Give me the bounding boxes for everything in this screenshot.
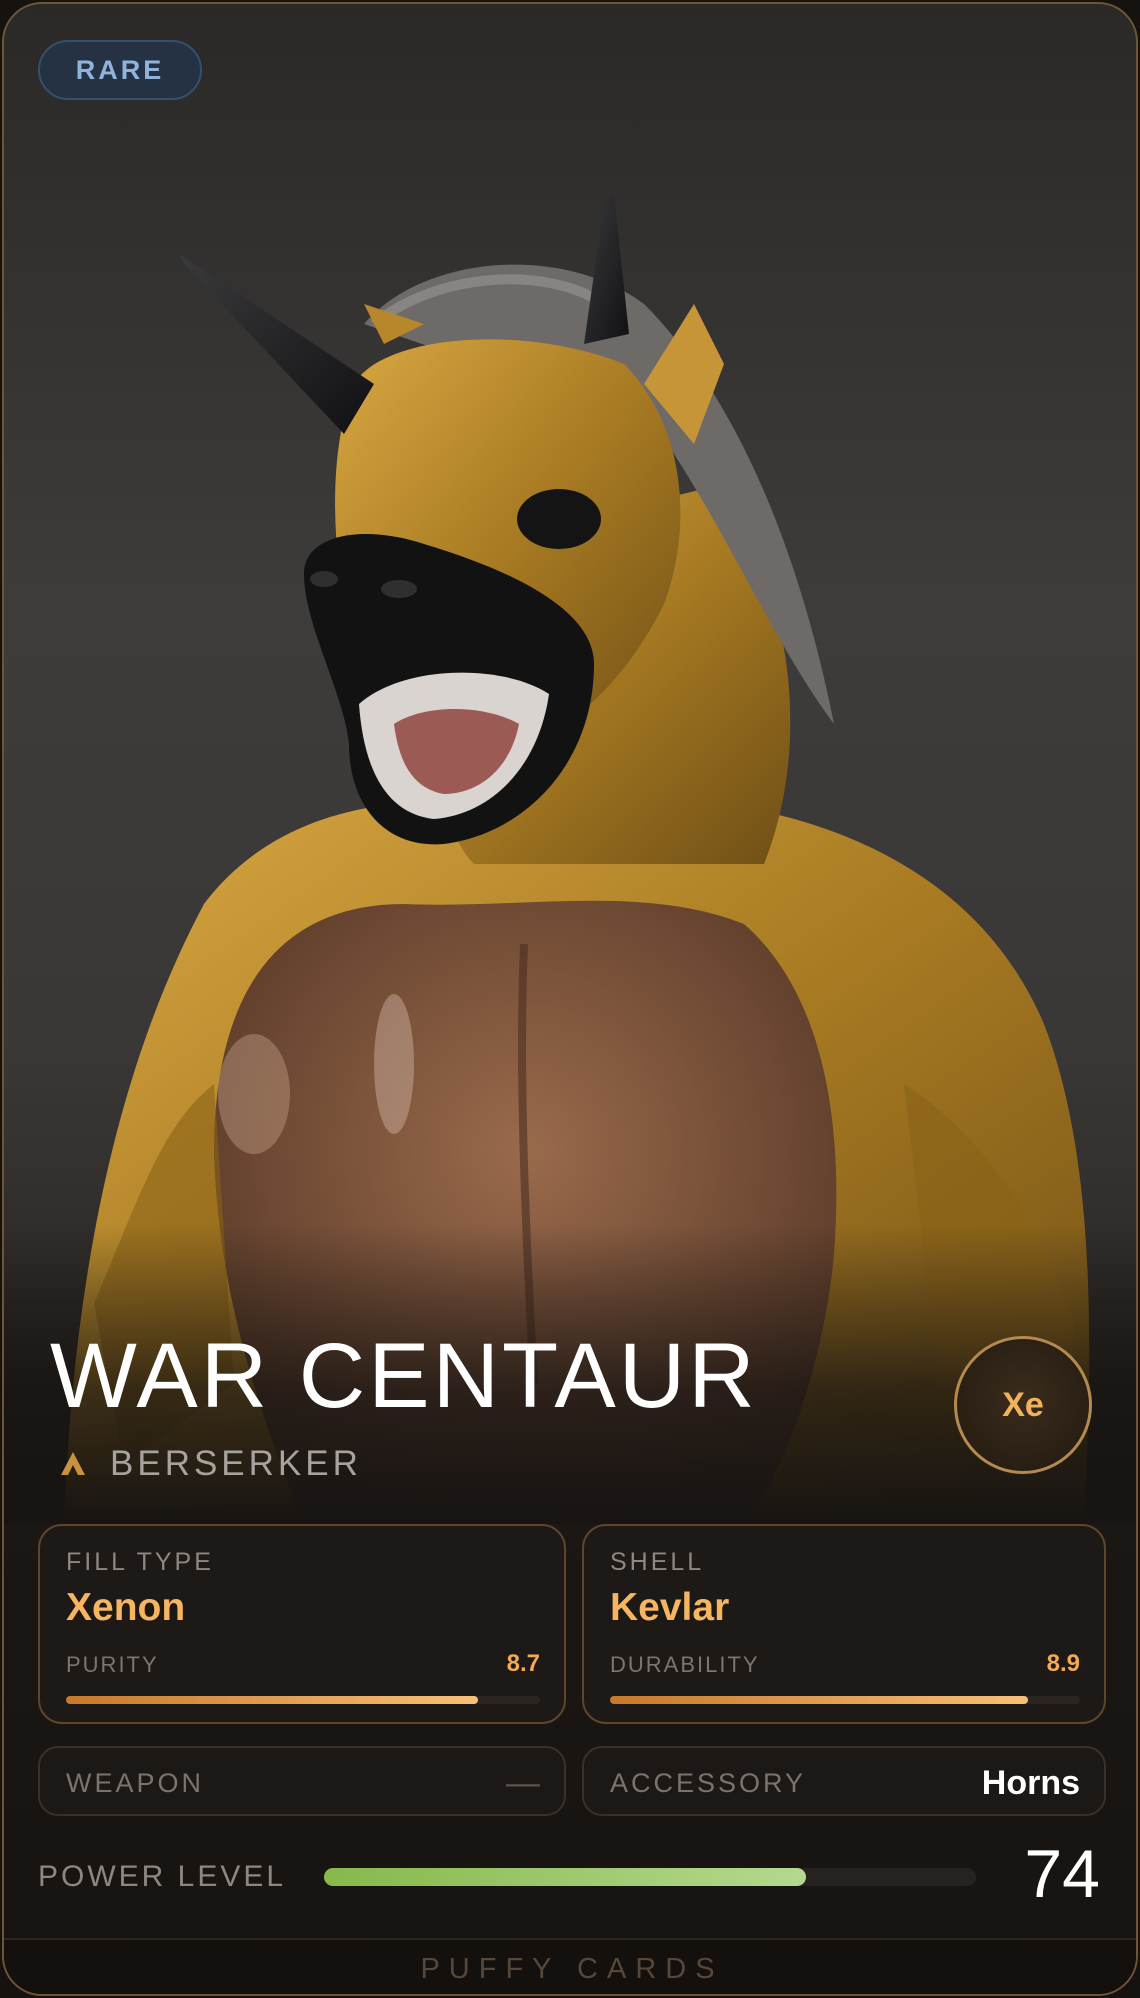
- rarity-badge: RARE: [38, 40, 202, 100]
- accessory-slot[interactable]: ACCESSORY Horns: [582, 1746, 1106, 1816]
- class-label: BERSERKER: [110, 1444, 362, 1483]
- fill-type-value: Xenon: [66, 1586, 186, 1629]
- durability-label: DURABILITY: [610, 1652, 760, 1677]
- purity-value: 8.7: [506, 1650, 540, 1677]
- class-row: BERSERKER: [58, 1444, 362, 1484]
- power-level-label: POWER LEVEL: [38, 1860, 287, 1893]
- fill-type-panel: FILL TYPE Xenon PURITY 8.7: [38, 1524, 566, 1724]
- element-badge: Xe: [954, 1336, 1092, 1474]
- character-art: [4, 4, 1136, 1524]
- shell-label: SHELL: [610, 1548, 705, 1576]
- weapon-slot[interactable]: WEAPON —: [38, 1746, 566, 1816]
- purity-bar-fill: [66, 1696, 479, 1704]
- power-level-value: 74: [1024, 1836, 1100, 1912]
- card-footer-brand: PUFFY CARDS: [4, 1938, 1136, 1994]
- accessory-label: ACCESSORY: [610, 1768, 807, 1798]
- durability-bar-fill: [610, 1696, 1029, 1704]
- weapon-value: —: [506, 1764, 540, 1802]
- weapon-label: WEAPON: [66, 1768, 205, 1798]
- trading-card[interactable]: RARE WAR CENTAUR BERSERKER Xe FILL TYPE …: [2, 2, 1138, 1996]
- power-level-bar-fill: [324, 1868, 807, 1886]
- durability-value: 8.9: [1046, 1650, 1080, 1677]
- purity-label: PURITY: [66, 1652, 159, 1677]
- durability-bar: [610, 1696, 1080, 1704]
- purity-bar: [66, 1696, 540, 1704]
- shell-panel: SHELL Kevlar DURABILITY 8.9: [582, 1524, 1106, 1724]
- power-level-bar: [324, 1868, 976, 1886]
- class-chevron-icon: [61, 1452, 85, 1475]
- shell-value: Kevlar: [610, 1586, 730, 1629]
- card-name: WAR CENTAUR: [50, 1325, 758, 1427]
- fill-type-label: FILL TYPE: [66, 1548, 214, 1576]
- accessory-value: Horns: [981, 1764, 1080, 1802]
